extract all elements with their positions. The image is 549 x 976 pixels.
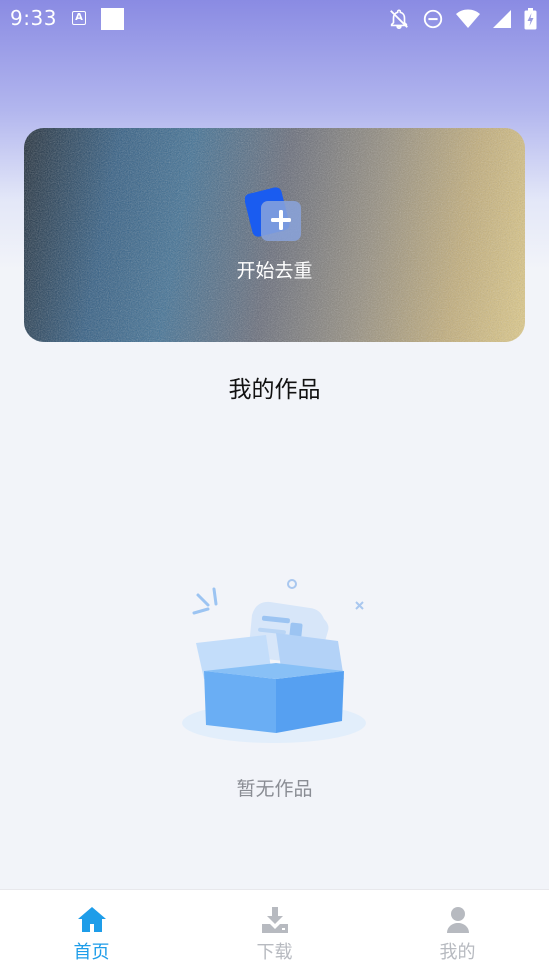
- battery-charging-icon: [524, 8, 537, 30]
- nav-label-home: 首页: [73, 942, 110, 963]
- do-not-disturb-icon: [422, 8, 444, 30]
- start-dedup-banner[interactable]: 开始去重: [24, 128, 525, 342]
- wifi-icon: [456, 9, 480, 29]
- add-document-icon: [244, 186, 305, 246]
- status-bar: 9:33 A: [0, 0, 549, 38]
- status-icons: [388, 7, 537, 31]
- status-time: 9:33: [10, 6, 57, 30]
- bell-off-icon: [388, 8, 410, 30]
- home-icon: [77, 906, 107, 934]
- page-title: 我的作品: [228, 377, 321, 403]
- square-notification-icon: [101, 8, 124, 30]
- nav-label-mine: 我的: [439, 942, 476, 963]
- user-icon: [443, 906, 473, 934]
- nav-label-download: 下载: [256, 942, 293, 963]
- empty-box-illustration: [178, 575, 374, 750]
- download-icon: [260, 906, 290, 934]
- a-notification-icon: A: [72, 11, 86, 25]
- bottom-nav: 首页 下载 我的: [0, 889, 549, 976]
- signal-icon: [492, 9, 512, 29]
- empty-state-text: 暂无作品: [236, 778, 313, 800]
- nav-item-mine[interactable]: 我的: [366, 890, 549, 976]
- nav-item-download[interactable]: 下载: [183, 890, 366, 976]
- nav-item-home[interactable]: 首页: [0, 890, 183, 976]
- start-dedup-label: 开始去重: [236, 260, 313, 282]
